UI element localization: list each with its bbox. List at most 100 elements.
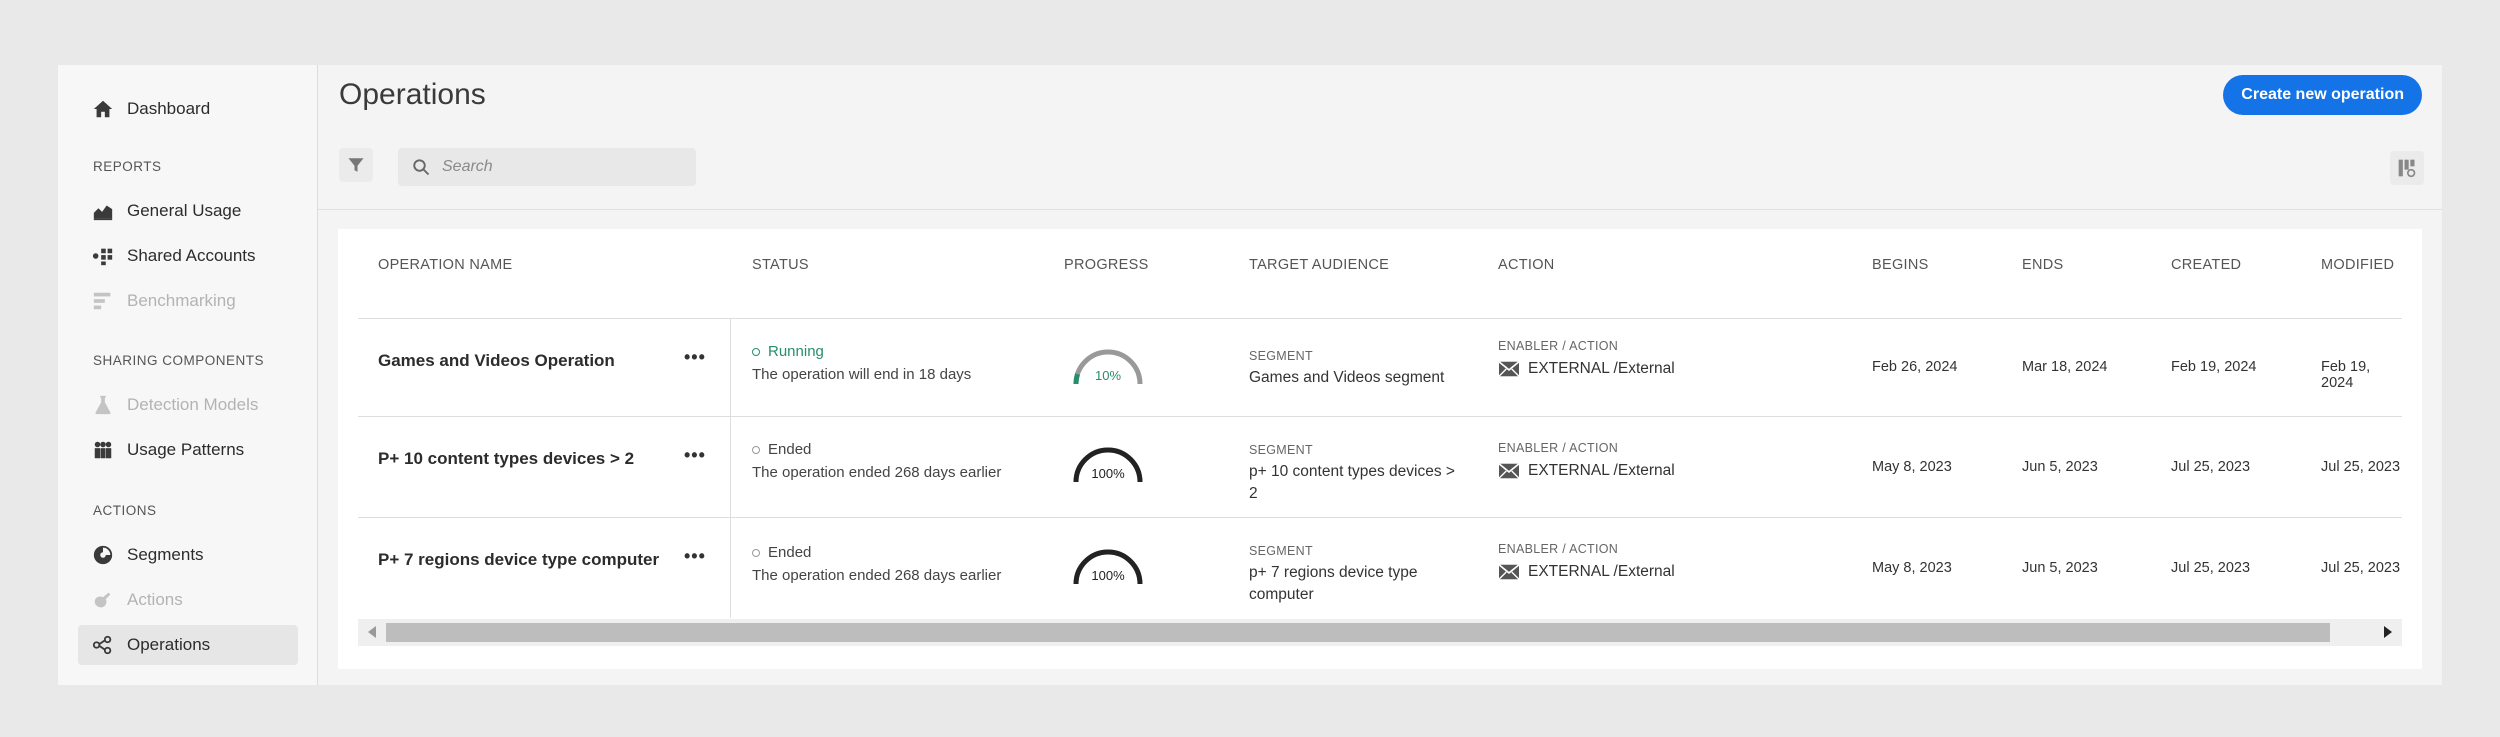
- toolbar-divider: [318, 209, 2442, 210]
- section-label-reports: REPORTS: [93, 159, 162, 174]
- modified-date: Jul 25, 2023: [2321, 560, 2401, 576]
- filter-button[interactable]: [339, 148, 373, 182]
- progress-gauge: 10%: [1070, 348, 1146, 390]
- sidebar-item-label: Dashboard: [127, 99, 211, 118]
- sidebar-item-benchmarking: Benchmarking: [78, 281, 356, 321]
- envelope-icon: [1498, 361, 1520, 377]
- status-description: The operation ended 268 days earlier: [752, 464, 1002, 481]
- action-cell: ENABLER / ACTION EXTERNAL /External: [1498, 441, 1675, 481]
- sidebar-item-detection-models: Detection Models: [78, 385, 356, 425]
- sidebar-item-general-usage[interactable]: General Usage: [78, 191, 356, 231]
- column-header[interactable]: STATUS: [752, 257, 809, 273]
- column-header[interactable]: MODIFIED: [2321, 257, 2394, 273]
- operation-name[interactable]: Games and Videos Operation: [378, 351, 615, 371]
- action-value[interactable]: EXTERNAL /External: [1498, 359, 1675, 379]
- status-dot-icon: [752, 548, 760, 557]
- action-text: EXTERNAL /External: [1528, 563, 1675, 580]
- envelope-icon: [1498, 463, 1520, 479]
- status-dot-icon: [752, 445, 760, 454]
- begins-date: Feb 26, 2024: [1872, 359, 1958, 375]
- shared-accounts-icon: [92, 245, 114, 267]
- status-ended: Ended: [752, 544, 1001, 561]
- sidebar-item-label: Benchmarking: [127, 291, 236, 310]
- sidebar-item-dashboard[interactable]: Dashboard: [78, 89, 356, 129]
- scroll-right-icon[interactable]: [2384, 626, 2392, 638]
- operations-table: OPERATION NAME STATUS PROGRESS TARGET AU…: [338, 229, 2422, 669]
- created-date: Jul 25, 2023: [2171, 459, 2251, 475]
- segments-icon: [92, 544, 114, 566]
- sidebar-item-label: General Usage: [127, 201, 242, 220]
- modified-date: Jul 25, 2023: [2321, 459, 2401, 475]
- operation-name[interactable]: P+ 7 regions device type computer: [378, 550, 659, 570]
- filter-icon: [348, 158, 364, 172]
- status-label: Ended: [768, 544, 812, 561]
- status-description: The operation will end in 18 days: [752, 366, 972, 383]
- sidebar-item-label: Actions: [127, 590, 183, 609]
- more-actions-button[interactable]: •••: [684, 445, 706, 466]
- more-actions-button[interactable]: •••: [684, 546, 706, 567]
- column-header[interactable]: CREATED: [2171, 257, 2241, 273]
- chart-area-icon: [92, 200, 114, 222]
- ends-date: Mar 18, 2024: [2022, 359, 2108, 375]
- sidebar-item-operations[interactable]: Operations: [78, 625, 298, 665]
- target-audience-cell: SEGMENT Games and Videos segment: [1249, 349, 1469, 389]
- horizontal-scrollbar[interactable]: [358, 619, 2402, 646]
- created-date: Jul 25, 2023: [2171, 560, 2251, 576]
- action-text: EXTERNAL /External: [1528, 462, 1675, 479]
- segment-name[interactable]: p+ 7 regions device type computer: [1249, 562, 1464, 606]
- segment-name[interactable]: p+ 10 content types devices > 2: [1249, 461, 1464, 505]
- status-cell: Ended The operation ended 268 days earli…: [752, 441, 1001, 481]
- app-window: Dashboard REPORTS General Usage Shared A…: [58, 65, 2442, 685]
- search-box[interactable]: [398, 148, 696, 186]
- column-header[interactable]: TARGET AUDIENCE: [1249, 257, 1389, 273]
- envelope-icon: [1498, 564, 1520, 580]
- sidebar-item-actions: Actions: [78, 580, 356, 620]
- sidebar-item-label: Segments: [127, 545, 204, 564]
- scroll-left-icon[interactable]: [368, 626, 376, 638]
- table-row[interactable]: P+ 7 regions device type computer ••• En…: [358, 518, 2402, 618]
- more-actions-button[interactable]: •••: [684, 347, 706, 368]
- segment-label: SEGMENT: [1249, 443, 1313, 457]
- progress-value: 10%: [1094, 368, 1122, 383]
- progress-gauge: 100%: [1070, 446, 1146, 488]
- main-content: Operations Create new operation OPERATIO…: [318, 65, 2442, 685]
- column-header[interactable]: ENDS: [2022, 257, 2064, 273]
- action-cell: ENABLER / ACTION EXTERNAL /External: [1498, 339, 1675, 379]
- status-running: Running: [752, 343, 971, 360]
- column-header[interactable]: OPERATION NAME: [378, 257, 512, 273]
- scrollbar-thumb[interactable]: [386, 623, 2330, 642]
- sidebar-item-segments[interactable]: Segments: [78, 535, 356, 575]
- segment-label: SEGMENT: [1249, 544, 1313, 558]
- action-text: EXTERNAL /External: [1528, 360, 1675, 377]
- table-row[interactable]: P+ 10 content types devices > 2 ••• Ende…: [358, 417, 2402, 518]
- action-label: ENABLER / ACTION: [1498, 542, 1619, 556]
- action-value[interactable]: EXTERNAL /External: [1498, 461, 1675, 481]
- search-input[interactable]: [440, 157, 684, 177]
- action-label: ENABLER / ACTION: [1498, 441, 1619, 455]
- sidebar-item-shared-accounts[interactable]: Shared Accounts: [78, 236, 356, 276]
- operation-name[interactable]: P+ 10 content types devices > 2: [378, 449, 634, 469]
- table-row[interactable]: Games and Videos Operation ••• Running T…: [358, 319, 2402, 417]
- operations-icon: [92, 634, 114, 656]
- target-audience-cell: SEGMENT p+ 7 regions device type compute…: [1249, 544, 1464, 606]
- create-operation-button[interactable]: Create new operation: [2223, 75, 2422, 115]
- column-header[interactable]: PROGRESS: [1064, 257, 1149, 273]
- sidebar-item-usage-patterns[interactable]: Usage Patterns: [78, 430, 356, 470]
- begins-date: May 8, 2023: [1872, 560, 1952, 576]
- action-label: ENABLER / ACTION: [1498, 339, 1619, 353]
- status-label: Running: [768, 343, 824, 360]
- segment-label: SEGMENT: [1249, 349, 1313, 363]
- status-cell: Ended The operation ended 268 days earli…: [752, 544, 1001, 584]
- column-header[interactable]: ACTION: [1498, 257, 1555, 273]
- section-label-actions: ACTIONS: [93, 503, 157, 518]
- status-label: Ended: [768, 441, 812, 458]
- section-label-sharing-components: SHARING COMPONENTS: [93, 353, 265, 368]
- status-description: The operation ended 268 days earlier: [752, 567, 1002, 584]
- column-settings-button[interactable]: [2390, 151, 2424, 185]
- target-audience-cell: SEGMENT p+ 10 content types devices > 2: [1249, 443, 1464, 505]
- action-value[interactable]: EXTERNAL /External: [1498, 562, 1675, 582]
- column-header[interactable]: BEGINS: [1872, 257, 1929, 273]
- segment-name[interactable]: Games and Videos segment: [1249, 367, 1469, 389]
- home-icon: [92, 98, 114, 120]
- sidebar-item-label: Usage Patterns: [127, 440, 245, 459]
